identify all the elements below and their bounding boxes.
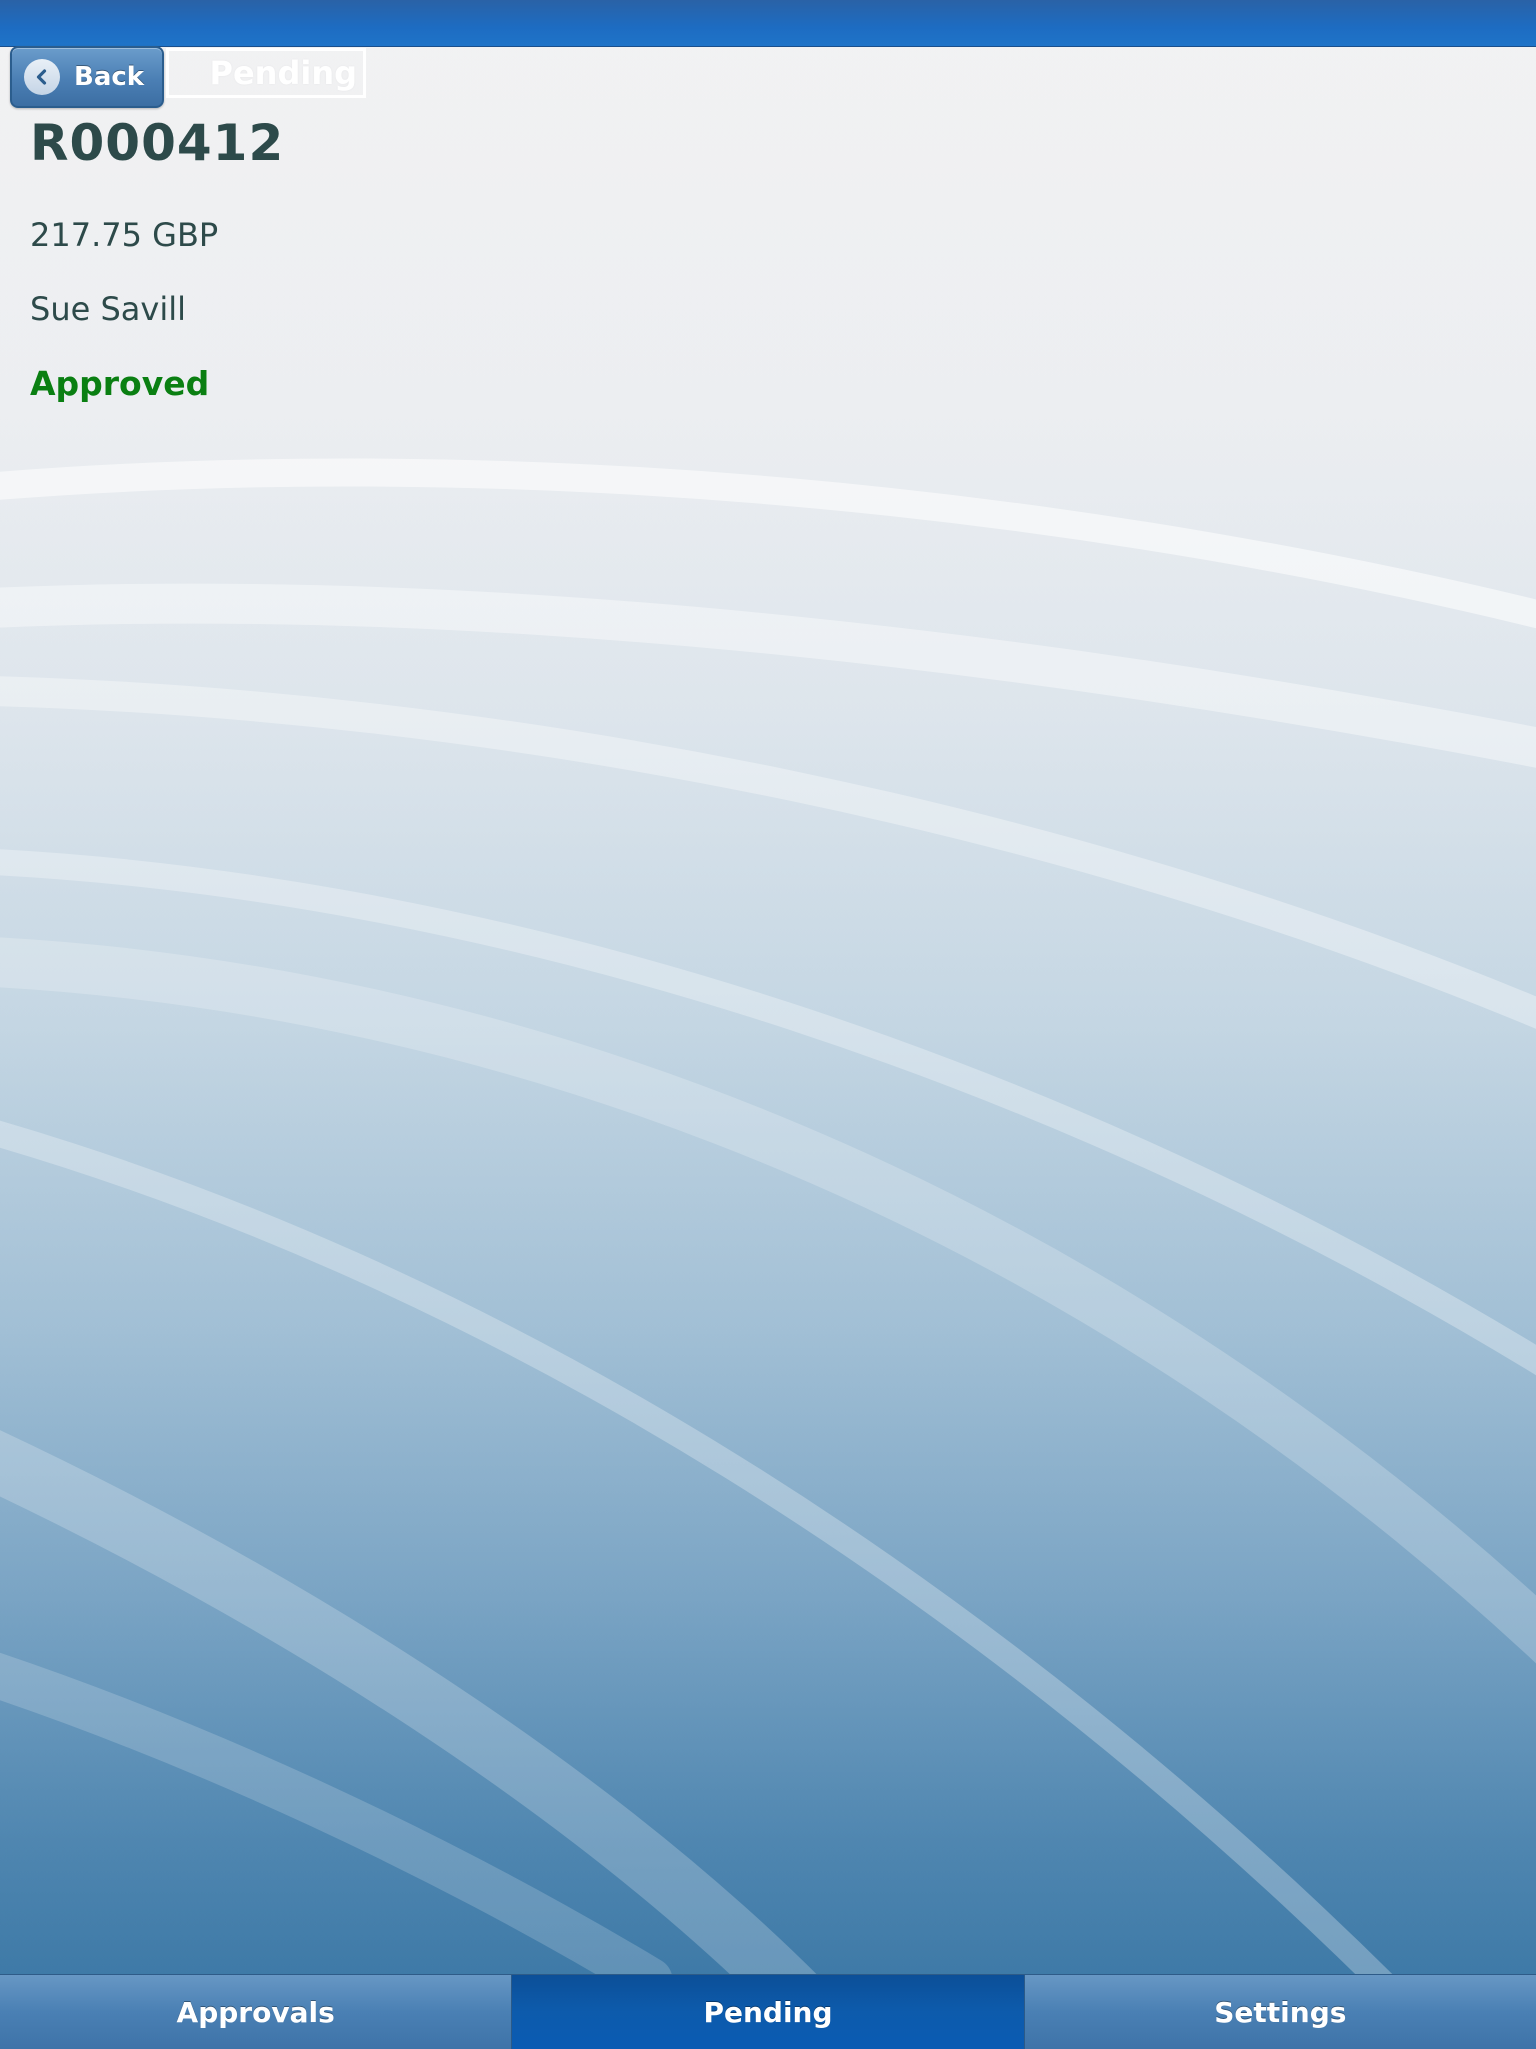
tab-bar: Approvals Pending Settings	[0, 1974, 1536, 2049]
back-button-label: Back	[74, 62, 145, 92]
record-id: R000412	[30, 114, 285, 172]
background-swooshes	[0, 458, 1536, 2030]
tab-approvals[interactable]: Approvals	[0, 1975, 513, 2049]
tab-settings[interactable]: Settings	[1024, 1975, 1536, 2049]
nav-title-box: Pending	[166, 48, 366, 98]
status-label: Approved	[30, 364, 210, 403]
chevron-left-icon	[24, 59, 60, 95]
amount-value: 217.75 GBP	[30, 216, 219, 254]
page-title: Pending	[209, 54, 358, 92]
top-bar	[0, 0, 1536, 47]
back-button[interactable]: Back	[10, 46, 164, 108]
submitter-name: Sue Savill	[30, 290, 186, 328]
tab-pending[interactable]: Pending	[512, 1975, 1025, 2049]
